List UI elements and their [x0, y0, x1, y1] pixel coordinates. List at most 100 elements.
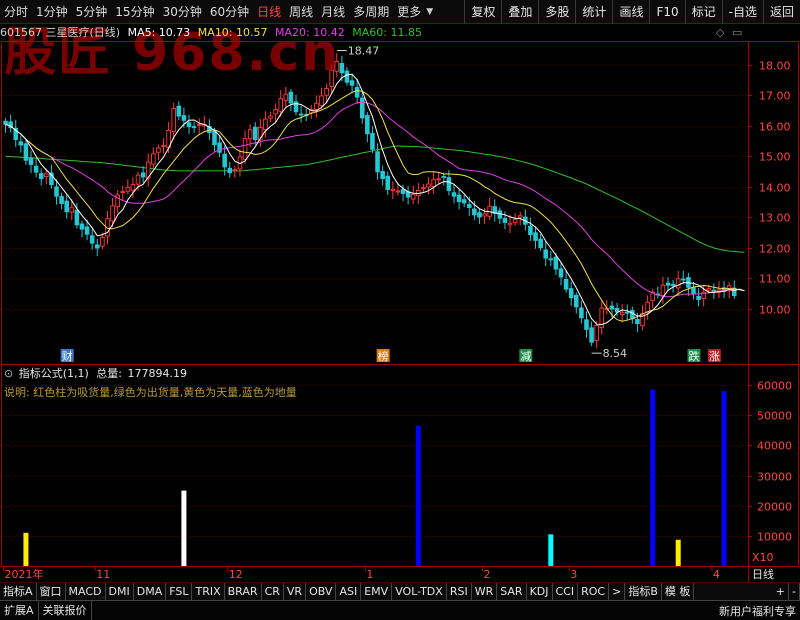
indicator-tab[interactable]: EMV [361, 582, 393, 601]
candle-body [711, 289, 717, 292]
indicator-tab[interactable]: DMA [134, 582, 167, 601]
bottom-bar: 扩展A 关联报价 新用户福利专享 [0, 600, 800, 620]
indicator-tab[interactable]: CR [262, 582, 284, 601]
outer-frame [1, 41, 799, 567]
candle-body [242, 138, 248, 160]
ma10-value: MA10: 10.57 [197, 26, 268, 39]
indicator-tab[interactable]: KDJ [527, 582, 553, 601]
indicator-tick-label: 50000 [757, 410, 792, 423]
candle-body [466, 204, 472, 208]
price-tick-label: 16.00 [759, 121, 791, 134]
indicator-bars [23, 389, 727, 566]
candle-body [100, 236, 105, 247]
candle-body [446, 177, 452, 191]
candle-body [324, 88, 329, 96]
candle-body [263, 118, 268, 131]
indicator-tab[interactable]: VOL-TDX [392, 582, 447, 601]
candle-body [84, 226, 90, 235]
candle-body [232, 169, 238, 172]
candle-body [395, 190, 401, 193]
indicator-bar [181, 490, 187, 566]
indicator-tab[interactable]: CCI [553, 582, 579, 601]
indicator-tab[interactable]: WR [472, 582, 498, 601]
indicator-tab[interactable]: TRIX [192, 582, 225, 601]
candle-body [334, 61, 340, 72]
candle-body [176, 105, 182, 117]
event-marker-label: 财 [62, 349, 73, 363]
candle-body [273, 109, 278, 115]
candle-body [548, 258, 554, 261]
kline-chart[interactable]: 10.00 11.00 12.00 13.00 14.00 15.00 16.00 17.00… [0, 0, 800, 620]
candle-body [675, 278, 681, 289]
price-tick-label: 17.00 [759, 90, 791, 103]
indicator-tab[interactable]: DMI [106, 582, 134, 601]
time-axis-label: 2021年 [4, 568, 44, 581]
indicator-tab[interactable]: + [773, 582, 790, 601]
candle-body [94, 244, 100, 249]
candle-body [482, 213, 487, 217]
indicator-header: ⊙ 指标公式(1,1) 总量: 177894.19 [0, 365, 748, 383]
bottom-tab[interactable]: 扩展A [0, 600, 39, 620]
indicator-tab[interactable]: 窗口 [37, 582, 66, 601]
event-marker-label: 涨 [709, 350, 720, 363]
candle-body [79, 223, 85, 230]
candle-body [186, 122, 192, 128]
indicator-tab[interactable]: BRAR [225, 582, 262, 601]
indicator-tab[interactable]: ROC [578, 582, 610, 601]
candle-body [507, 222, 513, 226]
candle-body [563, 278, 569, 290]
diamond-icon[interactable]: ◇ [716, 26, 724, 39]
candle-body [400, 189, 406, 194]
candle-body [319, 95, 324, 107]
candle-body [181, 115, 187, 121]
candle-body [89, 235, 95, 244]
candle-body [329, 69, 334, 87]
indicator-tab[interactable]: SAR [497, 582, 527, 601]
indicator-description: 说明: 红色柱为吸货量,绿色为出货量,黄色为天量,蓝色为地量 [4, 386, 297, 399]
indicator-tick-label: 10000 [757, 531, 792, 544]
period-label: 日线 [752, 568, 774, 581]
candle-body [140, 172, 146, 178]
candle-body [3, 120, 8, 125]
candle-body [472, 208, 477, 216]
bottom-tab[interactable]: 关联报价 [39, 600, 92, 620]
chart-frame [1, 41, 799, 582]
candle-body [135, 174, 141, 185]
candle-body [691, 287, 696, 295]
candle-body [574, 294, 579, 308]
candle-body [584, 319, 589, 330]
scroll-up-icon[interactable]: ▭ [732, 26, 742, 39]
indicator-tab[interactable]: > [609, 582, 626, 601]
indicator-tab[interactable]: ASI [336, 582, 362, 601]
indicator-tab[interactable]: RSI [447, 582, 472, 601]
collapse-icon[interactable]: ⊙ [4, 367, 13, 380]
indicator-tab[interactable]: VR [284, 582, 307, 601]
indicator-tab[interactable]: FSL [166, 582, 193, 601]
candle-body [375, 151, 380, 173]
candle-body [706, 288, 712, 291]
indicator-tab[interactable]: 指标A [0, 582, 37, 601]
candle-body [344, 70, 350, 83]
indicator-tab[interactable]: 模 板 [662, 582, 695, 601]
indicator-tab[interactable]: - [789, 582, 800, 601]
indicator-tab[interactable]: OBV [306, 582, 337, 601]
candle-body [268, 115, 273, 119]
candle-body [354, 86, 360, 98]
indicator-total-value: 177894.19 [127, 367, 188, 380]
candle-body [609, 305, 615, 310]
price-axis-labels: 10.00 11.00 12.00 13.00 14.00 15.00 16.00 17.00… [759, 60, 791, 317]
indicator-tab[interactable]: 指标B [625, 582, 662, 601]
indicator-bar [650, 389, 656, 566]
candle-body [130, 184, 136, 191]
candle-body [227, 167, 233, 174]
candle-body [359, 97, 365, 119]
time-axis-label: 3 [570, 568, 578, 581]
candle-body [635, 319, 640, 325]
promo-link[interactable]: 新用户福利专享 [719, 603, 800, 619]
indicator-tab[interactable]: MACD [66, 582, 106, 601]
event-marker-label: 跌 [688, 349, 699, 363]
ma20-value: MA20: 10.42 [275, 26, 345, 39]
indicator-tick-label: 40000 [757, 440, 792, 453]
candle-body [217, 142, 222, 153]
candle-body [512, 218, 518, 223]
